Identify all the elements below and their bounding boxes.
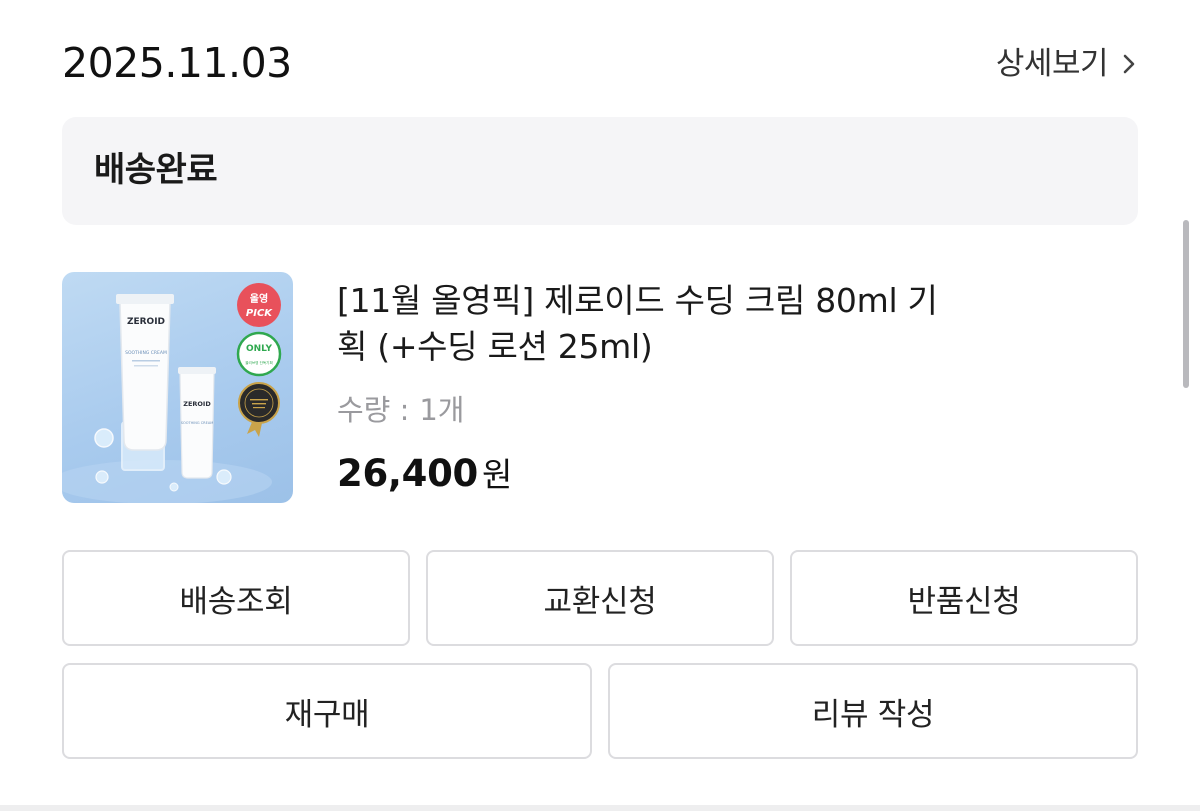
svg-text:ONLY: ONLY [246,344,273,354]
svg-text:SOOTHING CREAM: SOOTHING CREAM [125,350,167,356]
svg-text:ZEROID: ZEROID [183,400,211,408]
price-unit: 원 [481,455,513,494]
order-date: 2025.11.03 [62,39,292,87]
product-name[interactable]: [11월 올영픽] 제로이드 수딩 크림 80ml 기 획 (+수딩 로션 25… [337,278,1037,370]
request-exchange-button[interactable]: 교환신청 [426,550,774,646]
svg-text:ZEROID: ZEROID [127,317,165,327]
scrollbar[interactable] [1183,220,1189,388]
view-details-label: 상세보기 [995,46,1109,82]
oliveyoung-only-badge: ONLY 올리브영 단독기획 [236,331,282,377]
lotion-tube-small: ZEROID SOOTHING CREAM [178,367,216,479]
track-delivery-button[interactable]: 배송조회 [62,550,410,646]
order-card: 2025.11.03 상세보기 배송완료 ZEROID SOOTHING CRE… [0,0,1200,805]
water-droplet [95,470,109,484]
award-badge-icon [238,382,280,437]
oliveyoung-pick-badge: 올영 PICK [237,283,281,327]
product-thumbnail[interactable]: ZEROID SOOTHING CREAM ZEROID SOOTHING CR… [62,272,293,503]
svg-text:PICK: PICK [246,308,273,319]
request-return-button[interactable]: 반품신청 [790,550,1138,646]
cream-tube-large: ZEROID SOOTHING CREAM [116,294,174,451]
delivery-status-label: 배송완료 [94,150,218,190]
quantity-value: 1개 [419,393,465,427]
chevron-right-icon [1123,54,1135,74]
section-divider [0,805,1200,811]
quantity-label: 수량 : [337,393,410,427]
write-review-button[interactable]: 리뷰 작성 [608,663,1138,759]
product-quantity: 수량 : 1개 [337,390,465,430]
svg-text:SOOTHING CREAM: SOOTHING CREAM [181,421,213,425]
product-price: 26,400 원 [337,450,512,499]
rebuy-button[interactable]: 재구매 [62,663,592,759]
svg-text:올영: 올영 [250,292,268,305]
water-droplet [94,428,114,448]
delivery-status-box: 배송완료 [62,117,1138,225]
water-droplet [216,469,232,485]
view-details-link[interactable]: 상세보기 [996,44,1140,84]
svg-text:올리브영 단독기획: 올리브영 단독기획 [245,360,273,365]
water-droplet [169,482,179,492]
price-amount: 26,400 [337,452,478,495]
